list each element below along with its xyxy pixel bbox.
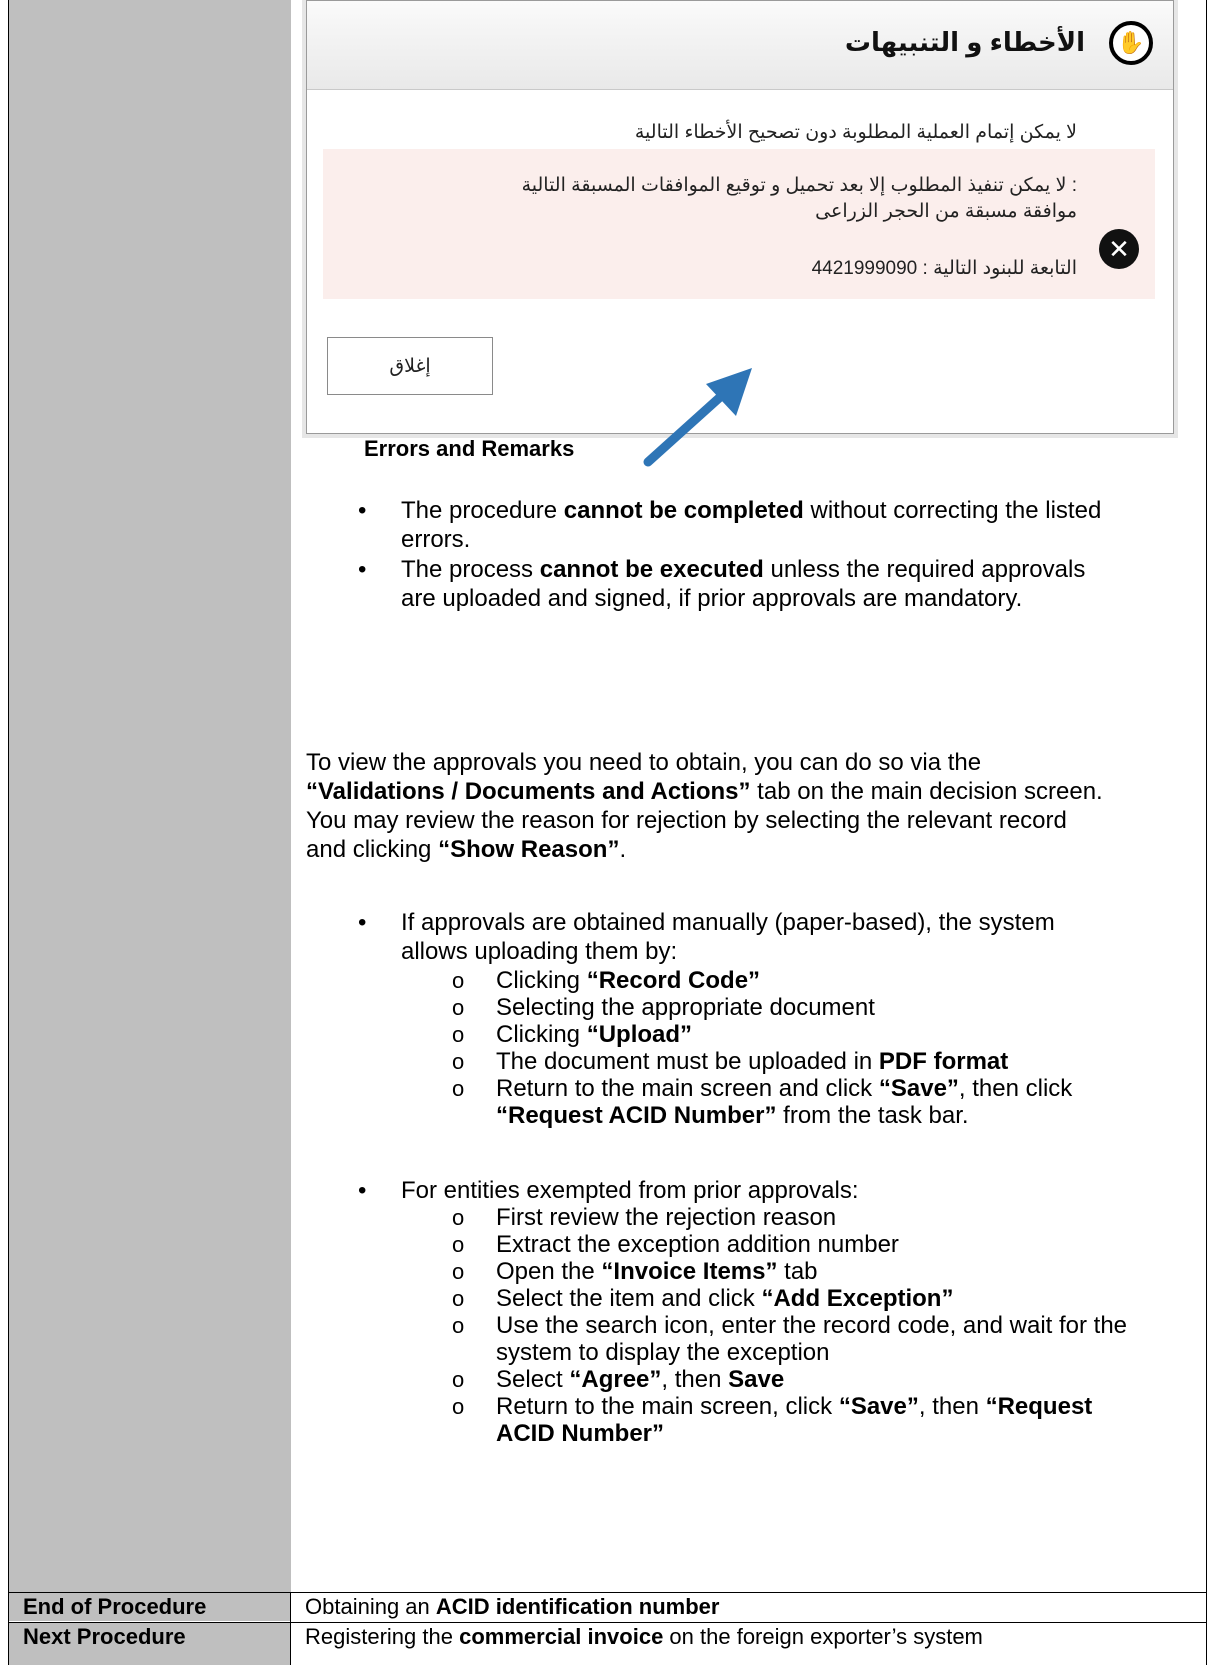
error-line-1: : لا يمكن تنفيذ المطلوب إلا بعد تحميل و … — [521, 175, 1077, 196]
error-box: ✕ : لا يمكن تنفيذ المطلوب إلا بعد تحميل … — [323, 149, 1155, 299]
left-border — [8, 1592, 9, 1665]
sub-bullet: o — [452, 1022, 465, 1047]
sub-bullet: o — [452, 1313, 465, 1338]
para-line-2: “Validations / Documents and Actions” ta… — [306, 778, 1103, 805]
bullet-dot: • — [358, 1177, 367, 1204]
end-of-procedure-value: Obtaining an ACID identification number — [305, 1594, 720, 1619]
dialog-header: ✋ الأخطاء و التنبيهات — [307, 1, 1173, 90]
manual-step-2: Selecting the appropriate document — [496, 994, 875, 1021]
exempt-step-3: Open the “Invoice Items” tab — [496, 1258, 818, 1285]
bullet-2-line-1: The process cannot be executed unless th… — [401, 556, 1086, 583]
exempt-step-5-line-2: system to display the exception — [496, 1339, 830, 1366]
manual-step-5-line-2: “Request ACID Number” from the task bar. — [496, 1102, 969, 1129]
error-text: : لا يمكن تنفيذ المطلوب إلا بعد تحميل و … — [377, 173, 1077, 225]
bullet-dot: • — [358, 556, 367, 583]
label-column — [8, 0, 292, 1592]
sub-bullet: o — [452, 1205, 465, 1230]
column-divider — [290, 1592, 291, 1665]
manual-step-4: The document must be uploaded in PDF for… — [496, 1048, 1009, 1075]
exempt-step-7-line-2: ACID Number” — [496, 1420, 665, 1447]
hand-stop-icon: ✋ — [1109, 21, 1153, 65]
bullet-dot: • — [358, 909, 367, 936]
figure-caption: Errors and Remarks — [364, 436, 575, 461]
bullet-1-line-1: The procedure cannot be completed withou… — [401, 497, 1102, 524]
sub-bullet: o — [452, 1367, 465, 1392]
sub-bullet: o — [452, 1232, 465, 1257]
bullet-dot: • — [358, 497, 367, 524]
error-line-2: موافقة مسبقة من الحجر الزراعى — [815, 201, 1077, 222]
error-x-icon: ✕ — [1099, 229, 1139, 269]
pointer-arrow-icon — [643, 368, 752, 467]
exempt-step-7: Return to the main screen, click “Save”,… — [496, 1393, 1093, 1420]
bullet-1-line-2: errors. — [401, 526, 471, 553]
end-of-procedure-label: End of Procedure — [9, 1593, 290, 1621]
para-line-4: and clicking “Show Reason”. — [306, 836, 627, 863]
sub-bullet: o — [452, 968, 465, 993]
bullet-2-line-2: are uploaded and signed, if prior approv… — [401, 585, 1023, 612]
sub-bullet: o — [452, 1259, 465, 1284]
exempt-step-6: Select “Agree”, then Save — [496, 1366, 785, 1393]
manual-intro-2: allows uploading them by: — [401, 938, 678, 965]
manual-step-5: Return to the main screen and click “Sav… — [496, 1075, 1073, 1102]
para-line-1: To view the approvals you need to obtain… — [306, 749, 982, 776]
dialog-message: لا يمكن إتمام العملية المطلوبة دون تصحيح… — [634, 122, 1077, 143]
sub-bullet: o — [452, 1394, 465, 1419]
manual-step-3: Clicking “Upload” — [496, 1021, 693, 1048]
exempt-step-1: First review the rejection reason — [496, 1204, 837, 1231]
exempt-step-4: Select the item and click “Add Exception… — [496, 1285, 954, 1312]
next-procedure-label: Next Procedure — [9, 1623, 290, 1665]
exempt-intro: For entities exempted from prior approva… — [401, 1177, 859, 1204]
dialog-title: الأخطاء و التنبيهات — [844, 27, 1085, 57]
exempt-step-5: Use the search icon, enter the record co… — [496, 1312, 1128, 1339]
manual-step-1: Clicking “Record Code” — [496, 967, 761, 994]
manual-intro-1: If approvals are obtained manually (pape… — [401, 909, 1055, 936]
exempt-step-2: Extract the exception addition number — [496, 1231, 899, 1258]
sub-bullet: o — [452, 995, 465, 1020]
close-button[interactable]: إغلاق — [327, 337, 493, 395]
sub-bullet: o — [452, 1049, 465, 1074]
error-line-3: التابعة للبنود التالية : 4421999090 — [811, 258, 1077, 279]
next-procedure-value: Registering the commercial invoice on th… — [305, 1624, 983, 1649]
sub-bullet: o — [452, 1286, 465, 1311]
sub-bullet: o — [452, 1076, 465, 1101]
right-border — [1206, 1592, 1207, 1665]
procedure-table: ✋ الأخطاء و التنبيهات لا يمكن إتمام العم… — [0, 0, 1208, 1665]
para-line-3: You may review the reason for rejection … — [306, 807, 1067, 834]
